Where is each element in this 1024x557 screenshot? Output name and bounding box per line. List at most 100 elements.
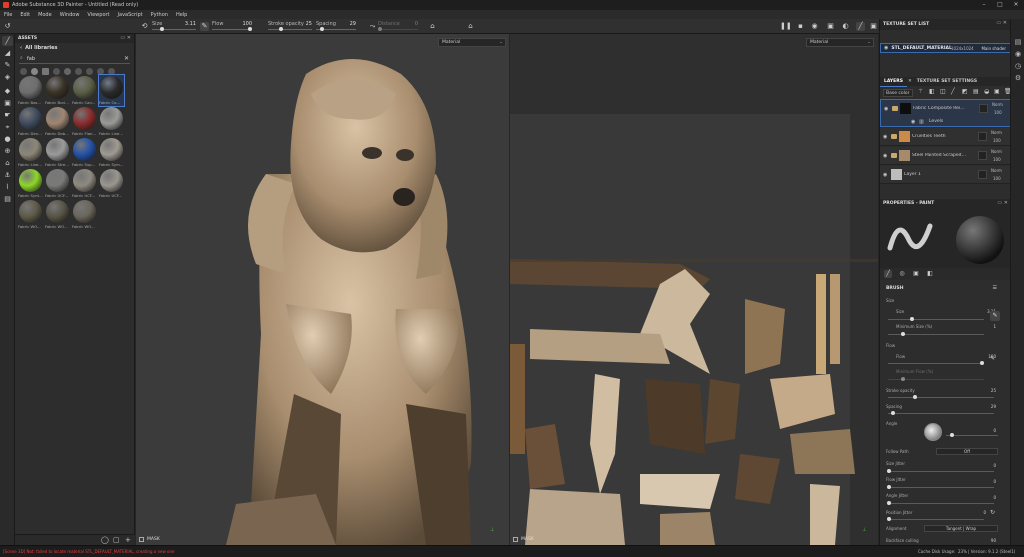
- asset-tile[interactable]: Fabric UCF...: [45, 168, 70, 199]
- tab-texture-set-settings[interactable]: TEXTURE SET SETTINGS: [913, 77, 981, 86]
- eraser-icon[interactable]: ◢: [2, 48, 13, 58]
- layer-item[interactable]: ◉ Cruelties Teeth Norm 100: [880, 128, 1011, 146]
- transform-icon[interactable]: ⊕: [2, 146, 13, 156]
- panel-options-icon[interactable]: ▭ ✕: [996, 19, 1007, 28]
- filter-particles-icon[interactable]: [97, 67, 104, 75]
- add-folder-icon[interactable]: ▤: [973, 88, 979, 95]
- brush-presets-icon[interactable]: ☰: [993, 285, 997, 291]
- symmetry-icon[interactable]: ⌂: [428, 22, 437, 31]
- filter-brushes-icon[interactable]: [64, 67, 71, 75]
- material-picker-icon[interactable]: ●: [2, 134, 13, 144]
- asset-tile[interactable]: Fabric Den...: [18, 106, 43, 137]
- undo-icon[interactable]: ↺: [3, 22, 12, 31]
- toolbar-size-slider[interactable]: Size 3.11: [152, 21, 196, 32]
- close-icon[interactable]: ✕: [1008, 0, 1024, 10]
- projection-icon[interactable]: ✎: [2, 60, 13, 70]
- asset-tile[interactable]: Fabric Sup...: [72, 137, 97, 168]
- brush-size-icon[interactable]: ⟲: [140, 22, 149, 31]
- stroke-opacity-slider-handle[interactable]: [913, 395, 917, 399]
- filter-all-icon[interactable]: [20, 67, 27, 75]
- alpha-tab-icon[interactable]: ◎: [898, 270, 906, 278]
- asset-tile[interactable]: Fabric UCF...: [72, 168, 97, 199]
- asset-tile[interactable]: Fabric Sym...: [99, 137, 124, 168]
- min-flow-slider-handle[interactable]: [901, 377, 905, 381]
- asset-tile[interactable]: Fabric Bas...: [18, 75, 43, 106]
- add-smart-icon[interactable]: ▣: [994, 88, 1000, 95]
- clear-search-icon[interactable]: ✕: [124, 55, 129, 62]
- asset-tile[interactable]: Fabric Stre...: [45, 137, 70, 168]
- spacing-slider-handle[interactable]: [891, 411, 895, 415]
- flow-jitter-slider[interactable]: [888, 487, 994, 488]
- asset-tile[interactable]: Fabric Can...: [72, 75, 97, 106]
- toolbar-flow-slider[interactable]: Flow 100: [212, 21, 252, 32]
- viewport-2d-mask-toggle[interactable]: MASK: [513, 537, 534, 542]
- assets-search-input[interactable]: ⌕ fab ✕: [19, 55, 130, 64]
- menu-edit[interactable]: Edit: [20, 12, 30, 18]
- size-slider-handle[interactable]: [910, 317, 914, 321]
- texture-set-list-icon[interactable]: ▤: [1013, 37, 1023, 47]
- toolbar-spacing-slider[interactable]: Spacing 29: [316, 21, 356, 32]
- filter-smart-materials-icon[interactable]: [42, 67, 49, 75]
- pen-pressure-icon[interactable]: ✎: [990, 355, 995, 362]
- reset-icon[interactable]: ↻: [990, 509, 995, 516]
- eye-icon[interactable]: ◉: [911, 119, 915, 125]
- menu-window[interactable]: Window: [60, 12, 80, 18]
- flow-slider-handle[interactable]: [980, 361, 984, 365]
- brush-tab-icon[interactable]: ╱: [884, 270, 892, 278]
- add-effect-icon[interactable]: ⚚: [918, 88, 923, 95]
- menu-file[interactable]: File: [4, 12, 12, 18]
- paint-brush-icon[interactable]: ╱: [2, 36, 13, 46]
- anchor-icon[interactable]: ⚓: [2, 170, 13, 180]
- refresh-icon[interactable]: ◯: [101, 536, 109, 544]
- tab-layers[interactable]: LAYERS: [880, 77, 907, 87]
- layer-item[interactable]: ◉ Fabric Composite Reinfor... Norm 100 ◉…: [880, 99, 1011, 127]
- history-icon[interactable]: ◷: [1013, 61, 1023, 71]
- menu-javascript[interactable]: JavaScript: [118, 12, 143, 18]
- asset-tile[interactable]: Fabric WO...: [72, 199, 97, 230]
- asset-tile[interactable]: Fabric WO...: [18, 199, 43, 230]
- add-generator-icon[interactable]: ◫: [940, 88, 946, 95]
- asset-tile[interactable]: Fabric Dob...: [45, 106, 70, 137]
- asset-tile[interactable]: Fabric UCF...: [99, 168, 124, 199]
- eye-icon[interactable]: ◉: [883, 134, 887, 140]
- clone-icon[interactable]: ☛: [2, 110, 13, 120]
- environment-icon[interactable]: ◉: [810, 22, 819, 31]
- flow-jitter-slider-handle[interactable]: [887, 485, 891, 489]
- viewport-3d-mask-toggle[interactable]: MASK: [139, 537, 160, 542]
- size-slider[interactable]: [888, 319, 984, 320]
- filter-textures-icon[interactable]: [75, 67, 82, 75]
- add-mask-icon[interactable]: ◧: [929, 88, 935, 95]
- paint-tool-icon[interactable]: ╱: [856, 22, 865, 31]
- pause-icon[interactable]: ❚❚: [780, 22, 792, 31]
- asset-tile[interactable]: Fabric WO...: [45, 199, 70, 230]
- panel-options-icon[interactable]: ▭ ✕: [120, 34, 131, 43]
- asset-tile[interactable]: Fabric Burl...: [45, 75, 70, 106]
- asset-tile[interactable]: Fabric Synt...: [18, 168, 43, 199]
- angle-jitter-slider-handle[interactable]: [887, 501, 891, 505]
- screenshot-icon[interactable]: ▣: [869, 22, 878, 31]
- measure-icon[interactable]: ⌇: [2, 182, 13, 192]
- channel-dropdown[interactable]: Base color: [883, 88, 913, 97]
- alignment-dropdown[interactable]: Tangent | Wrap: [924, 525, 998, 532]
- baking-icon[interactable]: ⌂: [2, 158, 13, 168]
- symmetry-mirror-icon[interactable]: ⌂: [466, 22, 475, 31]
- asset-tile[interactable]: Fabric Flan...: [72, 106, 97, 137]
- texture-set-row[interactable]: ◉ STL_DEFAULT_MATERIAL 1024x1024 Main sh…: [880, 43, 1011, 53]
- eye-icon[interactable]: ◉: [883, 153, 887, 159]
- size-jitter-slider-handle[interactable]: [887, 469, 891, 473]
- asset-tile[interactable]: Fabric Line...: [18, 137, 43, 168]
- instantiate-icon[interactable]: ◒: [984, 88, 989, 95]
- asset-tile[interactable]: Fabric Line...: [99, 106, 124, 137]
- angle-dial[interactable]: [924, 423, 942, 441]
- menu-help[interactable]: Help: [176, 12, 187, 18]
- display-settings-icon[interactable]: ◉: [1013, 49, 1023, 59]
- library-selector[interactable]: ‹ All libraries: [15, 43, 134, 53]
- camera-icon[interactable]: ▪: [796, 22, 805, 31]
- viewport-2d-channel-dropdown[interactable]: Material ⌄: [806, 38, 874, 47]
- add-fill-layer-icon[interactable]: ◩: [962, 88, 968, 95]
- position-jitter-slider-handle[interactable]: [887, 517, 891, 521]
- shelf-icon[interactable]: ▤: [2, 194, 13, 204]
- lazy-mouse-icon[interactable]: ⤳: [368, 22, 377, 31]
- eye-icon[interactable]: ◉: [883, 172, 887, 178]
- flow-slider[interactable]: [888, 363, 984, 364]
